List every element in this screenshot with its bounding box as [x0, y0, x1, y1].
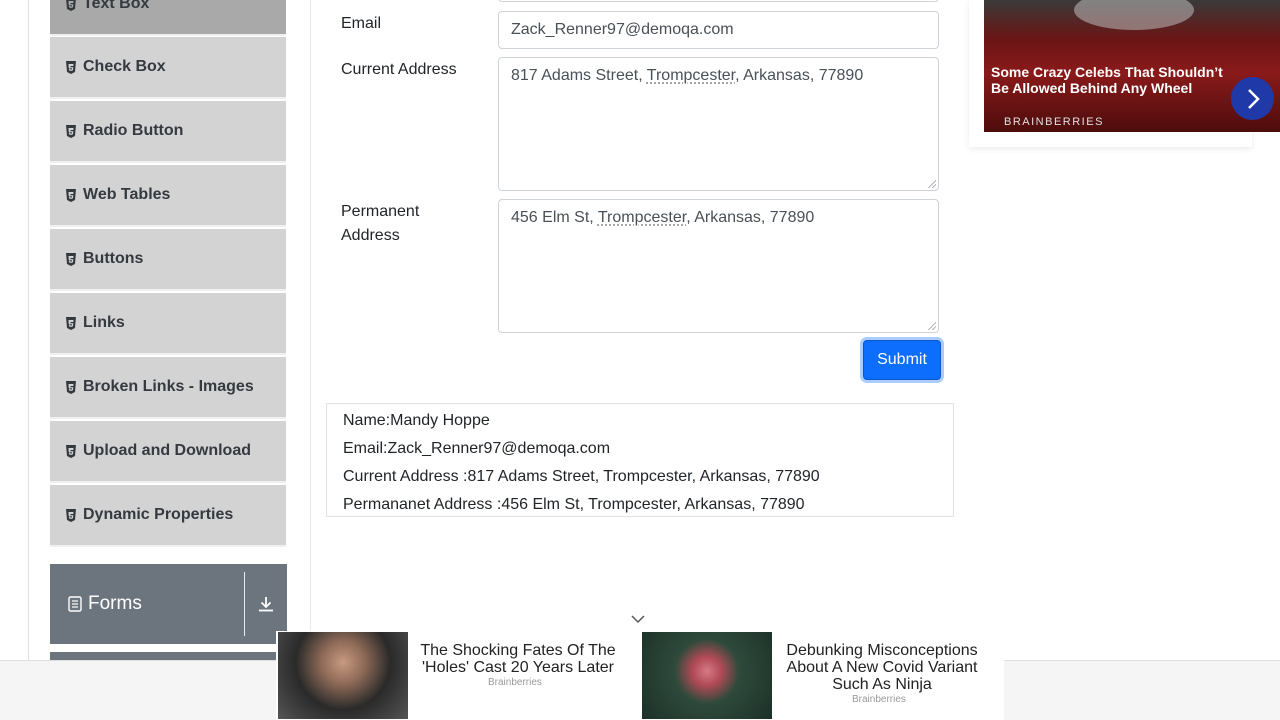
sidebar-item-label: Dynamic Properties — [83, 506, 234, 523]
ad-card-source: Brainberries — [852, 694, 906, 705]
sidebar-item-buttons[interactable]: Buttons — [50, 229, 286, 291]
ad-title: Some Crazy Celebs That Shouldn’t Be Allo… — [991, 64, 1223, 96]
sidebar-item-text-box[interactable]: Text Box — [50, 0, 286, 36]
forms-group-label: Forms — [88, 593, 142, 614]
document-icon — [68, 596, 82, 612]
html5-icon — [66, 60, 76, 74]
chevron-right-icon — [1247, 88, 1260, 109]
sidebar-item-web-tables[interactable]: Web Tables — [50, 165, 286, 227]
email-field[interactable]: Zack_Renner97@demoqa.com — [498, 11, 939, 49]
html5-icon — [66, 252, 76, 266]
ad-card-image[interactable] — [278, 632, 408, 719]
permanent-address-spellcheck: Trompcester — [597, 209, 687, 226]
ad-next-button[interactable] — [1231, 77, 1274, 120]
sidebar-item-check-box[interactable]: Check Box — [50, 37, 286, 99]
full-name-field-bottom[interactable] — [498, 0, 939, 2]
html5-icon — [66, 508, 76, 522]
sidebar-item-radio-button[interactable]: Radio Button — [50, 101, 286, 163]
sidebar-item-label: Radio Button — [83, 122, 184, 139]
ad-card-source: Brainberries — [488, 677, 542, 688]
resize-grip-icon[interactable] — [928, 180, 936, 188]
ad-banner-bottom[interactable]: The Shocking Fates Of The 'Holes' Cast 2… — [276, 631, 1004, 720]
current-address-text: 817 Adams Street, — [511, 67, 647, 84]
permanent-address-text: 456 Elm St, — [511, 209, 598, 226]
html5-icon — [66, 188, 76, 202]
permanent-address-label-line2: Address — [341, 227, 400, 244]
submit-button[interactable]: Submit — [863, 340, 941, 380]
current-address-spellcheck: Trompcester — [646, 67, 736, 84]
output-name: Name:Mandy Hoppe — [343, 412, 490, 429]
left-border — [28, 0, 29, 720]
ad-collapse-button[interactable] — [630, 612, 646, 630]
sidebar-border — [310, 0, 311, 720]
permanent-address-text-end: , Arkansas, 77890 — [686, 209, 815, 226]
current-address-text-end: , Arkansas, 77890 — [735, 67, 864, 84]
download-arrow-icon — [259, 597, 273, 612]
sidebar-item-label: Text Box — [83, 0, 150, 12]
output-panel: Name:Mandy Hoppe Email:Zack_Renner97@dem… — [326, 403, 954, 517]
chevron-down-icon — [631, 615, 645, 624]
current-address-label: Current Address — [341, 61, 457, 78]
ad-card-title[interactable]: The Shocking Fates Of The 'Holes' Cast 2… — [410, 642, 626, 676]
ad-card-title[interactable]: Debunking Misconceptions About A New Cov… — [772, 642, 992, 693]
ad-brand: BRAINBERRIES — [1004, 116, 1104, 128]
output-permanent-address: Permananet Address :456 Elm St, Trompces… — [343, 496, 805, 513]
forms-group-expand-button[interactable] — [245, 595, 287, 613]
html5-icon — [66, 0, 76, 11]
forms-group-header: Forms — [50, 593, 244, 615]
html5-icon — [66, 380, 76, 394]
output-email: Email:Zack_Renner97@demoqa.com — [343, 440, 611, 457]
current-address-field[interactable]: 817 Adams Street, Trompcester, Arkansas,… — [498, 57, 939, 191]
permanent-address-label: Permanent Address — [341, 200, 419, 248]
sidebar-group-forms[interactable]: Forms — [50, 564, 287, 644]
sidebar-item-broken-links[interactable]: Broken Links - Images — [50, 357, 286, 419]
output-current-address: Current Address :817 Adams Street, Tromp… — [343, 468, 820, 485]
sidebar-item-label: Check Box — [83, 58, 166, 75]
html5-icon — [66, 444, 76, 458]
sidebar-item-label: Broken Links - Images — [83, 378, 254, 395]
sidebar-item-label: Web Tables — [83, 186, 171, 203]
sidebar-item-dynamic-properties[interactable]: Dynamic Properties — [50, 485, 286, 547]
ad-banner-top[interactable]: Some Crazy Celebs That Shouldn’t Be Allo… — [969, 0, 1280, 147]
html5-icon — [66, 124, 76, 138]
permanent-address-label-line1: Permanent — [341, 203, 420, 220]
sidebar-item-upload-download[interactable]: Upload and Download — [50, 421, 286, 483]
sidebar-item-label: Links — [83, 314, 125, 331]
ad-card-image[interactable] — [642, 632, 772, 719]
email-label: Email — [341, 15, 382, 32]
sidebar-item-label: Buttons — [83, 250, 144, 267]
sidebar-item-links[interactable]: Links — [50, 293, 286, 355]
resize-grip-icon[interactable] — [928, 322, 936, 330]
permanent-address-field[interactable]: 456 Elm St, Trompcester, Arkansas, 77890 — [498, 199, 939, 333]
sidebar-item-label: Upload and Download — [83, 442, 251, 459]
html5-icon — [66, 316, 76, 330]
